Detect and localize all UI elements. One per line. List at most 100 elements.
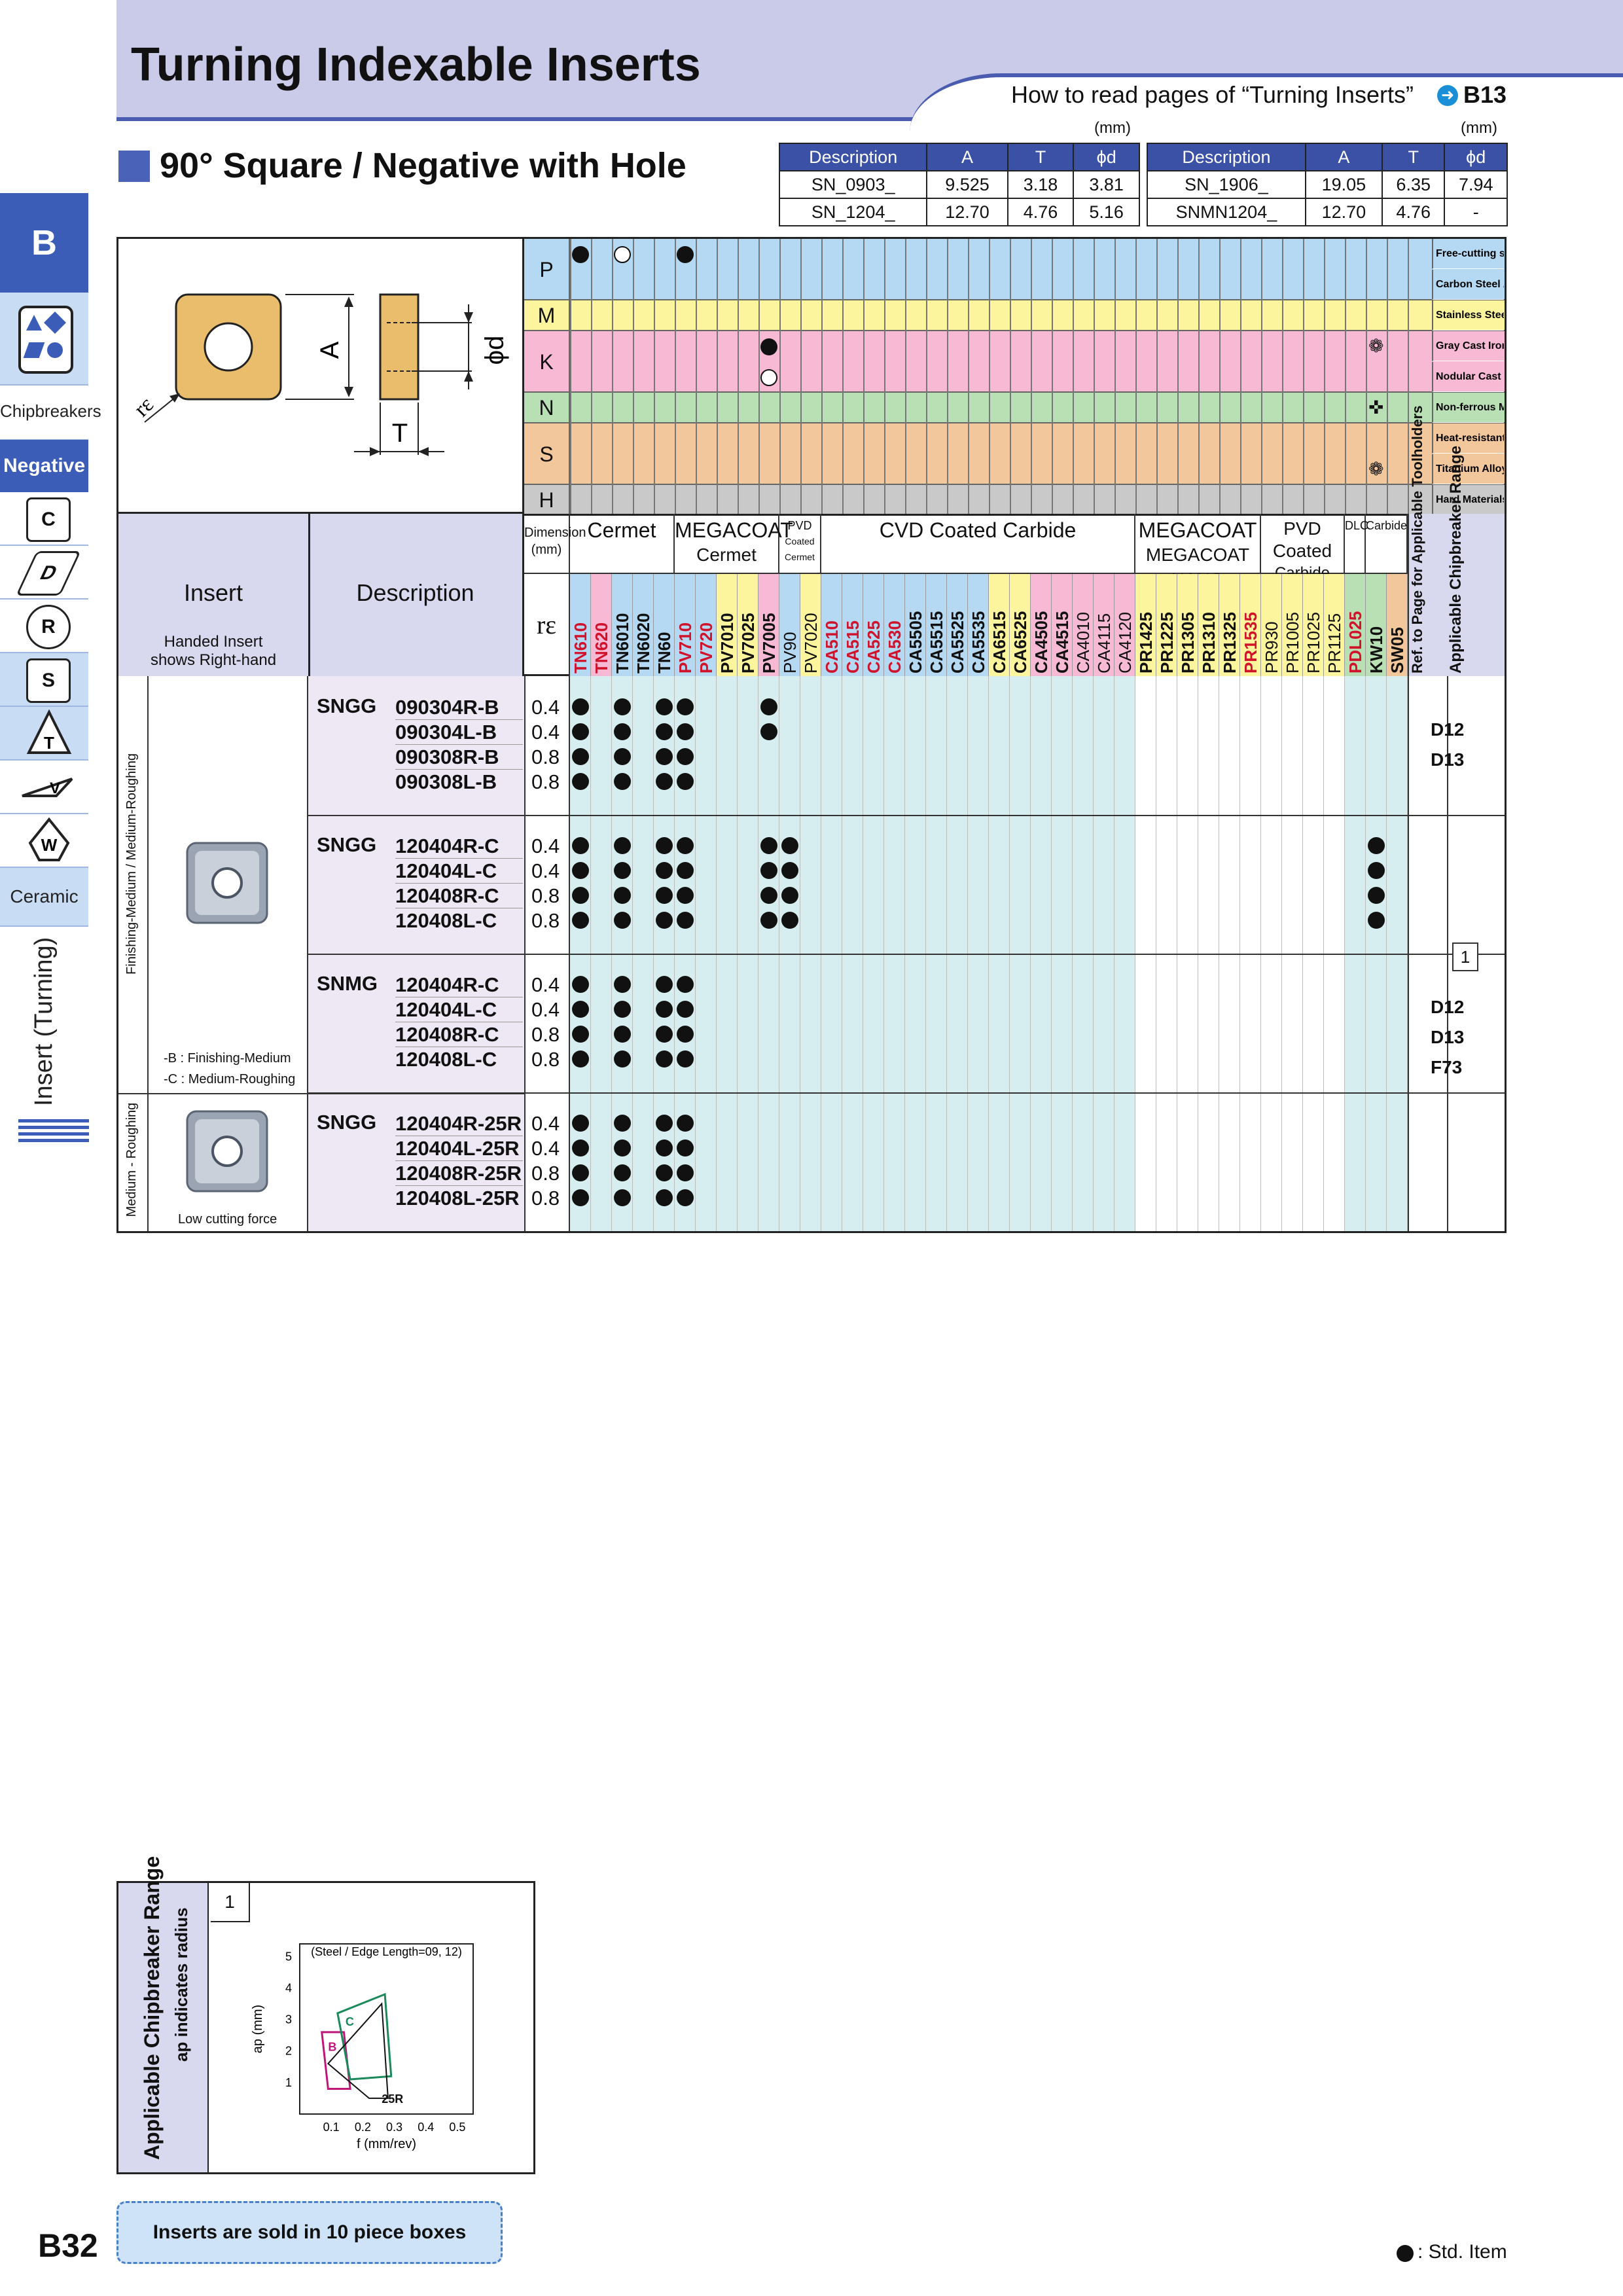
grade-column-header: PV710 xyxy=(675,574,696,676)
grade-column-header: CA515 xyxy=(842,574,863,676)
availability-dot xyxy=(656,912,673,929)
grade-column-header: CA6515 xyxy=(989,574,1010,676)
sidebar-section-b[interactable]: B xyxy=(0,193,88,293)
chip-chart-xtick: 0.2 xyxy=(355,2121,371,2134)
material-label: Hard Materials xyxy=(1432,485,1504,515)
header-ref-page: Ref. to Page for Applicable Toolholders xyxy=(1409,405,1425,673)
header-re: rε xyxy=(524,574,570,676)
dim-cell: 7.94 xyxy=(1444,170,1508,199)
insert-code: 120404R-C xyxy=(395,973,499,996)
availability-dot xyxy=(614,748,631,765)
material-grid-line xyxy=(696,239,697,514)
availability-dot xyxy=(656,773,673,790)
sidebar-negative[interactable]: Negative xyxy=(0,440,88,492)
std-item-legend: : Std. Item xyxy=(1418,2241,1507,2263)
toolholder-ref-link[interactable]: D12 xyxy=(1431,997,1464,1018)
howto-ref-link[interactable]: B13 xyxy=(1463,81,1507,109)
insert-code: 090304L-B xyxy=(395,721,497,744)
sidebar-chipbreakers-label: Chipbreakers xyxy=(0,401,101,421)
material-label: Stainless Steel xyxy=(1432,300,1504,331)
grade-name: PR1005 xyxy=(1283,612,1302,673)
banner-underline xyxy=(116,117,928,121)
grade-name: PR1225 xyxy=(1157,612,1177,673)
availability-dot xyxy=(572,698,589,715)
howto-text: How to read pages of “Turning Inserts” xyxy=(1011,81,1414,108)
insert-code: 090304R-B xyxy=(395,696,499,719)
availability-dot xyxy=(614,862,631,879)
grade-column-header: CA6525 xyxy=(1010,574,1031,676)
sidebar-shape-s[interactable]: S xyxy=(0,653,88,707)
header-dimension: Dimension (mm) xyxy=(524,514,586,574)
toolholder-ref-link[interactable]: D12 xyxy=(1431,719,1464,740)
sidebar-ceramic-label: Ceramic xyxy=(10,886,79,906)
dim-cell: 12.70 xyxy=(926,198,1008,226)
grade-column-header: CA4115 xyxy=(1094,574,1115,676)
shape-t-icon: T xyxy=(26,709,72,754)
sidebar-shape-t[interactable]: T xyxy=(0,707,88,761)
sidebar-shape-d[interactable]: D xyxy=(0,546,88,600)
insert-code: 120408L-C xyxy=(395,1048,497,1071)
toolholder-ref-link[interactable]: D13 xyxy=(1431,1027,1464,1048)
grade-name: PV7005 xyxy=(759,613,779,673)
grade-name: PV7020 xyxy=(801,613,821,673)
grade-column-header: KW10 xyxy=(1366,574,1387,676)
grade-column-header: PR1325 xyxy=(1219,574,1240,676)
sidebar-shapes-cell[interactable] xyxy=(0,293,88,386)
insert-code: 090308R-B xyxy=(395,745,499,768)
chip-region-25r-label: 25R xyxy=(382,2092,403,2106)
grade-group-0: Cermet xyxy=(570,514,675,574)
grade-column-header: CA525 xyxy=(863,574,884,676)
insert-drawing: A ϕd T rε xyxy=(118,239,524,514)
grade-name: CA6525 xyxy=(1010,611,1030,673)
material-label: Heat-resistant Alloys xyxy=(1432,423,1504,454)
material-grid-line xyxy=(1156,239,1158,514)
material-grid-line xyxy=(884,239,885,514)
insert-re-value: 0.4 xyxy=(531,1112,560,1135)
sidebar-chipbreakers[interactable]: Chipbreakers xyxy=(0,386,101,440)
sidebar-shape-v[interactable]: V xyxy=(0,761,88,814)
availability-dot xyxy=(781,837,798,854)
material-grid-line xyxy=(1177,239,1179,514)
availability-dot xyxy=(677,723,694,740)
grade-name: PR930 xyxy=(1262,621,1281,674)
arrow-right-icon: ➜ xyxy=(1437,85,1458,106)
availability-dot xyxy=(572,887,589,904)
insert-re-value: 0.4 xyxy=(531,859,560,882)
grade-name: PR1325 xyxy=(1220,612,1240,673)
material-mark xyxy=(677,245,694,263)
material-label: Carbon Steel / Alloy Steel xyxy=(1432,270,1504,300)
material-grid-line xyxy=(1282,239,1283,514)
availability-dot xyxy=(677,837,694,854)
dimension-table-right: Description A Tϕd SN_1906_ 19.05 6.35 7.94 SN… xyxy=(1147,143,1508,226)
insert-photo xyxy=(185,1106,270,1198)
sidebar-shape-w[interactable]: W xyxy=(0,814,88,868)
grade-name: CA510 xyxy=(822,620,842,673)
insert-code: 120404L-C xyxy=(395,859,497,882)
row-underline xyxy=(395,719,523,720)
insert-re-value: 0.4 xyxy=(531,973,560,996)
section-title: 90° Square / Negative with Hole xyxy=(160,146,687,185)
row-group-separator xyxy=(308,1092,1505,1094)
dim-cell: 9.525 xyxy=(926,170,1008,199)
sidebar-shape-c[interactable]: C xyxy=(0,492,88,546)
insert-re-value: 0.8 xyxy=(531,1048,560,1071)
material-grid-line xyxy=(1115,239,1116,514)
availability-dot xyxy=(677,773,694,790)
chip-chart-frame xyxy=(299,1943,474,2115)
material-grid-line xyxy=(989,239,990,514)
insert-photo xyxy=(185,838,270,929)
sidebar-shape-r[interactable]: R xyxy=(0,600,88,653)
insert-re-value: 0.8 xyxy=(531,770,560,793)
page-number: B32 xyxy=(38,2227,98,2264)
availability-dot xyxy=(614,1050,631,1067)
grade-column-header: CA4505 xyxy=(1031,574,1052,676)
availability-dot xyxy=(614,1189,631,1206)
grade-name: TN6020 xyxy=(633,613,653,674)
toolholder-ref-link[interactable]: F73 xyxy=(1431,1057,1462,1078)
sidebar-ceramic[interactable]: Ceramic xyxy=(0,868,88,927)
dim-cell: 6.35 xyxy=(1381,170,1446,199)
toolholder-ref-link[interactable]: D13 xyxy=(1431,749,1464,770)
svg-text:A: A xyxy=(315,341,344,359)
material-label: Free-cutting steel xyxy=(1432,239,1504,269)
insert-code: 120404R-25R xyxy=(395,1112,522,1135)
